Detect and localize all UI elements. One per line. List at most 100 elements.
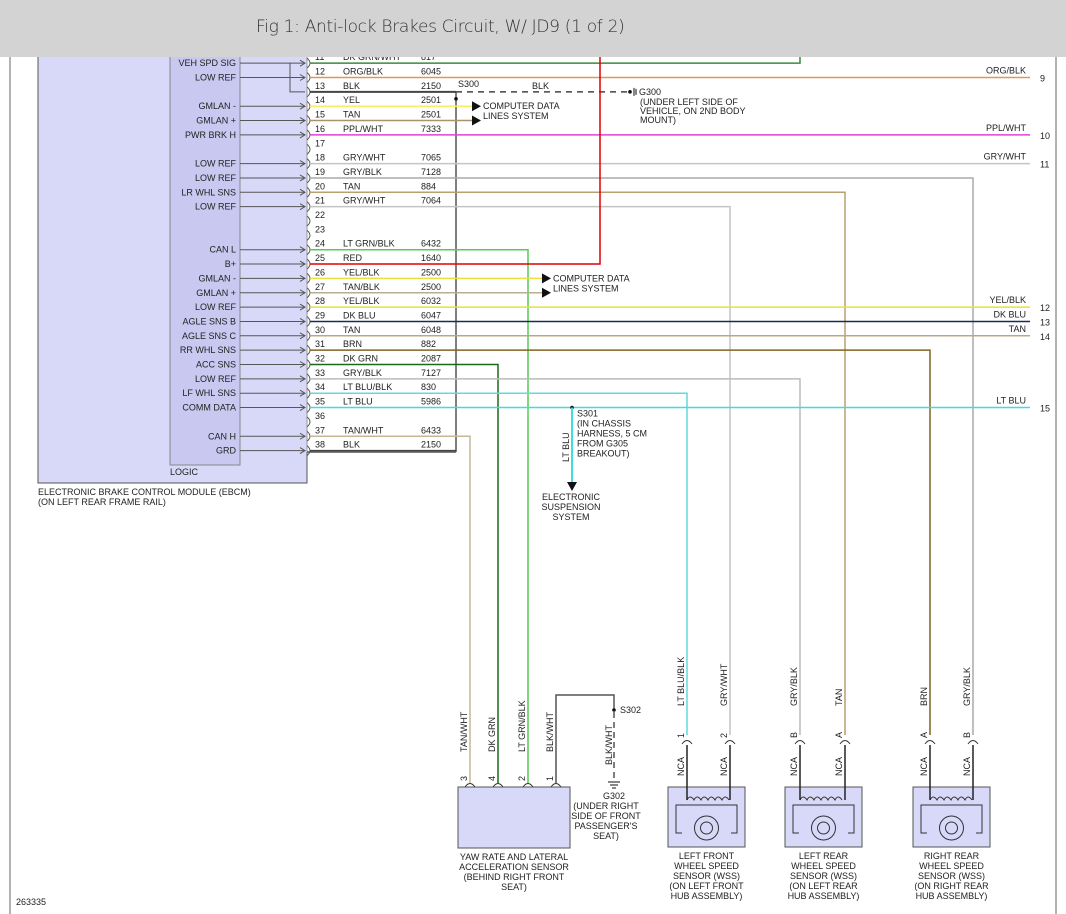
s301-location: (IN CHASSIS bbox=[577, 419, 631, 429]
wss-wire-color: GRY/BLK bbox=[962, 667, 972, 706]
wss-wire-color: TAN bbox=[834, 689, 844, 706]
wss-pin: B bbox=[789, 732, 799, 738]
circuit-number: 6433 bbox=[421, 425, 441, 435]
circuit-number: 7064 bbox=[421, 196, 441, 206]
circuit-number: 2501 bbox=[421, 95, 441, 105]
connector-icon bbox=[839, 740, 851, 745]
continuation-wire-label: DK BLU bbox=[993, 309, 1026, 319]
wss-pin: 1 bbox=[676, 733, 686, 738]
arrow-icon bbox=[472, 115, 481, 126]
circuit-number: 7065 bbox=[421, 153, 441, 163]
s301-location: BREAKOUT) bbox=[577, 449, 630, 459]
nca-label: NCA bbox=[919, 757, 929, 776]
pin-number: 34 bbox=[315, 382, 325, 392]
module-pin-label: LR WHL SNS bbox=[181, 187, 236, 197]
wire-color-label: LT BLU/BLK bbox=[343, 382, 392, 392]
pin-number: 17 bbox=[315, 138, 325, 148]
continuation-number: 11 bbox=[1040, 160, 1049, 170]
yaw-sensor-name: (BEHIND RIGHT FRONT bbox=[464, 872, 565, 882]
nca-label: NCA bbox=[834, 757, 844, 776]
wire-color-label: LT GRN/BLK bbox=[343, 239, 395, 249]
pin-number: 25 bbox=[315, 253, 325, 263]
pin-number: 16 bbox=[315, 124, 325, 134]
circuit-number: 2500 bbox=[421, 267, 441, 277]
ebcm-name: ELECTRONIC BRAKE CONTROL MODULE (EBCM) bbox=[38, 487, 251, 497]
wire-color-label: GRY/BLK bbox=[343, 167, 382, 177]
wss-pin: A bbox=[919, 732, 929, 738]
wire-pin-37 bbox=[310, 435, 471, 783]
pin-number: 37 bbox=[315, 425, 325, 435]
g300-label: G300 bbox=[639, 87, 661, 97]
nca-label: NCA bbox=[719, 757, 729, 776]
s301-location: FROM G305 bbox=[577, 439, 628, 449]
module-pin-label: LOW REF bbox=[195, 374, 237, 384]
pin-number: 15 bbox=[315, 110, 325, 120]
pin-number: 18 bbox=[315, 153, 325, 163]
connector-icon bbox=[724, 740, 736, 745]
circuit-number: 2150 bbox=[421, 440, 441, 450]
wss-name: LEFT FRONT bbox=[679, 851, 735, 861]
circuit-number: 7333 bbox=[421, 124, 441, 134]
yaw-pin-number: 2 bbox=[517, 776, 527, 781]
wss-name: SENSOR (WSS) bbox=[673, 871, 740, 881]
s302-label: S302 bbox=[620, 705, 641, 715]
continuation-number: 15 bbox=[1040, 404, 1050, 414]
module-pin-label: LOW REF bbox=[195, 173, 237, 183]
wire-color-label: GRY/WHT bbox=[343, 153, 386, 163]
continuation-number: 13 bbox=[1040, 317, 1050, 327]
pin-number: 30 bbox=[315, 325, 325, 335]
wss-name: RIGHT REAR bbox=[924, 851, 980, 861]
module-pin-label: GMLAN + bbox=[196, 288, 236, 298]
continuation-number: 9 bbox=[1040, 74, 1045, 84]
wire-color-label: BLK bbox=[343, 440, 360, 450]
circuit-number: 6032 bbox=[421, 296, 441, 306]
g302-location: SEAT) bbox=[593, 831, 619, 841]
g302-location: PASSENGER'S bbox=[574, 821, 637, 831]
module-pin-label: COMM DATA bbox=[182, 403, 236, 413]
pin-number: 26 bbox=[315, 267, 325, 277]
module-pin-label: AGLE SNS B bbox=[182, 316, 236, 326]
module-pin-label: VEH SPD SIG bbox=[178, 58, 236, 68]
figure-title: Fig 1: Anti-lock Brakes Circuit, W/ JD9 … bbox=[256, 17, 625, 37]
computer-data-ref: COMPUTER DATA bbox=[483, 101, 560, 111]
yaw-sensor-name: YAW RATE AND LATERAL bbox=[460, 852, 568, 862]
continuation-wire-label: GRY/WHT bbox=[984, 152, 1027, 162]
wss-name: HUB ASSEMBLY) bbox=[916, 891, 988, 901]
circuit-number: 2501 bbox=[421, 110, 441, 120]
s302-splice-dot bbox=[612, 708, 616, 712]
pin-number: 32 bbox=[315, 354, 325, 364]
wire-color-label: YEL/BLK bbox=[343, 267, 380, 277]
s300-splice-dot bbox=[454, 97, 458, 101]
wss-name: WHEEL SPEED bbox=[791, 861, 856, 871]
module-pin-label: B+ bbox=[225, 259, 236, 269]
s301-location: HARNESS, 5 CM bbox=[577, 429, 647, 439]
module-pin-label: GRD bbox=[216, 446, 237, 456]
s300-label: S300 bbox=[458, 79, 479, 89]
module-pin-label: GMLAN + bbox=[196, 116, 236, 126]
wire-color-label: BRN bbox=[343, 339, 362, 349]
s301-wire-label: LT BLU bbox=[561, 432, 571, 462]
yaw-pin-number: 3 bbox=[459, 776, 469, 781]
figure-id: 263335 bbox=[16, 897, 46, 907]
continuation-number: 10 bbox=[1040, 131, 1050, 141]
wire-color-label: GRY/WHT bbox=[343, 196, 386, 206]
module-pin-label: LOW REF bbox=[195, 302, 237, 312]
yaw-wire-color: LT GRN/BLK bbox=[517, 700, 527, 752]
continuation-number: 12 bbox=[1040, 303, 1050, 313]
connector-icon bbox=[550, 783, 562, 788]
wss-wire-color: LT BLU/BLK bbox=[676, 657, 686, 706]
pin-number: 35 bbox=[315, 397, 325, 407]
wss-name: LEFT REAR bbox=[799, 851, 849, 861]
circuit-number: 6048 bbox=[421, 325, 441, 335]
wss-name: SENSOR (WSS) bbox=[790, 871, 857, 881]
circuit-number: 1640 bbox=[421, 253, 441, 263]
pin-number: 33 bbox=[315, 368, 325, 378]
wire-color-label: ORG/BLK bbox=[343, 67, 383, 77]
pin-number: 23 bbox=[315, 224, 325, 234]
circuit-number: 2087 bbox=[421, 354, 441, 364]
wire-color-label: GRY/BLK bbox=[343, 368, 382, 378]
pin-number: 13 bbox=[315, 81, 325, 91]
yaw-pin-number: 1 bbox=[545, 776, 555, 781]
module-pin-label: CAN L bbox=[209, 245, 236, 255]
connector-icon bbox=[522, 783, 534, 788]
